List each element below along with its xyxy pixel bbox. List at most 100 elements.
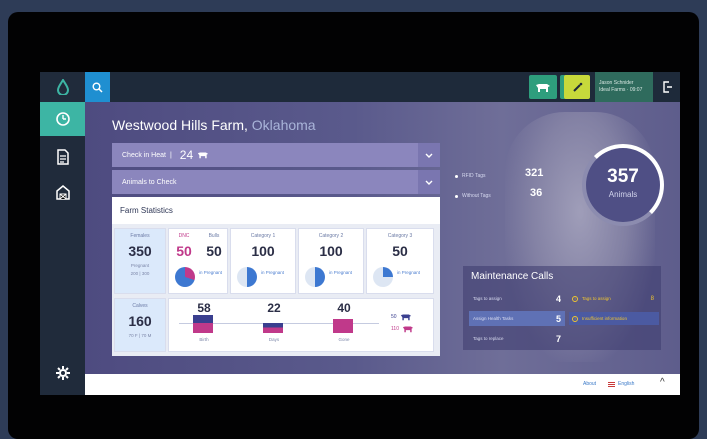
farm-state: Oklahoma <box>251 117 316 133</box>
chevron-down-icon <box>418 170 440 194</box>
females-value: 350 <box>128 243 152 259</box>
us-flag-icon <box>608 381 615 387</box>
pie-label: in Pregnant <box>397 270 421 275</box>
warning-count: 8 <box>650 295 654 302</box>
females-label: Females <box>130 233 150 239</box>
logout-button[interactable] <box>653 72 680 102</box>
logout-icon <box>662 81 672 93</box>
search-icon <box>92 82 103 93</box>
category-1-pie-chart <box>237 267 257 287</box>
cow-icon <box>198 152 209 159</box>
farm-title: Westwood Hills Farm, Oklahoma <box>112 117 316 133</box>
user-name: Jason Schnider <box>599 80 634 86</box>
pie-label: in Pregnant <box>199 270 223 275</box>
category-3-value: 50 <box>392 243 408 259</box>
warning-icon: ! <box>572 295 578 302</box>
dnc-pie-chart <box>175 267 195 287</box>
calves-card[interactable]: Calves 160 70 F | 70 M <box>114 298 166 352</box>
sidebar-item-dashboard[interactable] <box>40 102 85 136</box>
tools-button[interactable] <box>564 75 590 99</box>
farm-statistics-label: Farm Statistics <box>120 206 173 215</box>
chevron-up-icon[interactable]: ^ <box>660 377 665 388</box>
bull-icon <box>400 314 411 321</box>
category-3-card[interactable]: Category 3 50 in Pregnant <box>366 228 434 294</box>
category-2-pie-chart <box>305 267 325 287</box>
dnc-bulls-card[interactable]: DNC Bulls 50 50 in Pregnant <box>168 228 228 294</box>
language-selector[interactable]: English <box>608 381 634 387</box>
without-tags-label: Without Tags <box>462 193 491 199</box>
animals-total-label: Animals <box>608 190 638 199</box>
dnc-label: DNC <box>178 233 190 239</box>
farm-name: Westwood Hills Farm, <box>112 117 248 133</box>
bar-label: Days <box>268 337 280 342</box>
rfid-tags-row: RFID Tags <box>455 173 486 179</box>
language-label: English <box>618 381 635 387</box>
bar-label: Gone <box>338 337 350 342</box>
check-heat-dropdown[interactable]: Check in Heat | 24 <box>112 143 440 167</box>
sidebar <box>40 72 85 395</box>
maintenance-title: Maintenance Calls <box>471 271 554 282</box>
chevron-down-icon <box>418 143 440 167</box>
category-2-label: Category 2 <box>318 233 344 239</box>
farm-statistics-panel: Females 350 Pregnant 200 | 300 DNC Bulls… <box>112 224 440 356</box>
app-screen: Jason Schnider Ideal Farms · 09:07 Westw… <box>40 72 680 395</box>
search-button[interactable] <box>85 72 110 102</box>
calves-bars-card[interactable]: 58 Birth 22 Days 40 Gone 50 110 <box>168 298 434 352</box>
device-frame: Jason Schnider Ideal Farms · 09:07 Westw… <box>0 0 707 439</box>
maintenance-row[interactable]: Tags to assign 4 <box>469 291 565 306</box>
maintenance-row-label: Tags to replace <box>473 336 504 341</box>
gone-bar <box>333 319 353 333</box>
maintenance-row-label: Tags to assign <box>473 296 502 301</box>
bullet <box>455 194 458 198</box>
footer: About English ^ <box>85 374 680 395</box>
about-link[interactable]: About <box>583 381 596 387</box>
bullet <box>455 174 458 178</box>
animals-total-ring[interactable]: 357 Animals <box>582 144 664 226</box>
user-subtitle: Ideal Farms · 09:07 <box>599 87 643 93</box>
category-2-card[interactable]: Category 2 100 in Pregnant <box>298 228 364 294</box>
days-bar <box>263 323 283 333</box>
rfid-tags-value: 321 <box>525 167 544 179</box>
top-bar: Jason Schnider Ideal Farms · 09:07 <box>85 72 680 102</box>
maintenance-row[interactable]: Assign Health Tasks 5 <box>469 311 565 326</box>
bar-value: 40 <box>337 301 351 315</box>
category-3-label: Category 3 <box>387 233 413 239</box>
check-heat-label: Check in Heat <box>122 151 166 159</box>
settings-button[interactable] <box>40 356 85 390</box>
maintenance-warning[interactable]: ! Tags to assign 8 <box>569 292 659 305</box>
separator: | <box>169 151 172 159</box>
females-pregnant-ratio: 200 | 300 <box>130 271 150 276</box>
females-pregnant-label: Pregnant <box>130 263 150 268</box>
warning-label: Tags to assign <box>582 296 611 301</box>
drop-logo-icon[interactable] <box>40 72 85 102</box>
calves-ratio: 70 F | 70 M <box>128 333 152 338</box>
category-1-label: Category 1 <box>250 233 276 239</box>
maintenance-row-label: Assign Health Tasks <box>473 316 514 321</box>
maintenance-row-value: 5 <box>555 313 561 324</box>
sidebar-item-barn[interactable] <box>40 175 85 209</box>
warning-label: Insufficient information <box>582 316 627 321</box>
category-1-card[interactable]: Category 1 100 in Pregnant <box>230 228 296 294</box>
cows-count-row: 110 <box>391 325 414 333</box>
cow-icon <box>402 326 414 333</box>
category-3-pie-chart <box>373 267 393 287</box>
animals-button[interactable] <box>529 75 557 99</box>
maintenance-row[interactable]: Tags to replace 7 <box>469 331 565 346</box>
animals-total-value: 357 <box>607 166 639 187</box>
pie-label: in Pregnant <box>329 270 353 275</box>
document-icon <box>56 149 69 165</box>
maintenance-calls-panel: Maintenance Calls Tags to assign 4 Assig… <box>463 266 661 350</box>
females-card[interactable]: Females 350 Pregnant 200 | 300 <box>114 228 166 294</box>
without-tags-value: 36 <box>530 187 543 199</box>
farm-statistics-header[interactable]: Farm Statistics <box>112 197 440 224</box>
bar-label: Birth <box>199 337 209 342</box>
bar-value: 58 <box>197 301 211 315</box>
maintenance-warning[interactable]: ! Insufficient information <box>569 312 659 325</box>
barn-icon <box>55 185 70 200</box>
sidebar-item-reports[interactable] <box>40 140 85 174</box>
pie-label: in Pregnant <box>261 270 285 275</box>
user-account[interactable]: Jason Schnider Ideal Farms · 09:07 <box>595 72 653 102</box>
bulls-count: 50 <box>391 314 397 320</box>
wand-icon <box>572 82 582 92</box>
animals-to-check-dropdown[interactable]: Animals to Check <box>112 170 440 194</box>
